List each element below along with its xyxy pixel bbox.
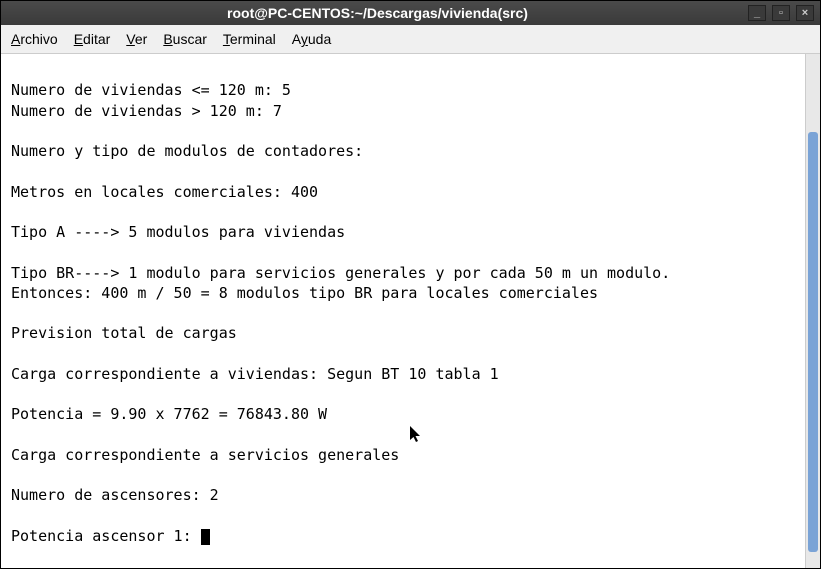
menu-ayuda[interactable]: Ayuda (286, 29, 337, 49)
menu-terminal[interactable]: Terminal (217, 29, 282, 49)
menubar: Archivo Editar Ver Buscar Terminal Ayuda (1, 25, 820, 54)
menu-ver-rest: er (135, 31, 147, 47)
menu-archivo-rest: rchivo (20, 31, 57, 47)
titlebar[interactable]: root@PC-CENTOS:~/Descargas/vivienda(src)… (1, 1, 820, 25)
terminal-output[interactable]: Numero de viviendas <= 120 m: 5 Numero d… (1, 54, 805, 568)
close-button[interactable]: × (796, 5, 814, 21)
menu-archivo[interactable]: Archivo (5, 29, 64, 49)
window-title: root@PC-CENTOS:~/Descargas/vivienda(src) (7, 5, 748, 21)
terminal-area: Numero de viviendas <= 120 m: 5 Numero d… (1, 54, 820, 568)
menu-ayuda-rest: uda (308, 31, 331, 47)
window-controls: _ ▫ × (748, 5, 814, 21)
scrollbar[interactable] (805, 54, 820, 568)
menu-buscar[interactable]: Buscar (157, 29, 213, 49)
scroll-thumb[interactable] (808, 132, 818, 552)
text-cursor (201, 529, 210, 545)
menu-ver[interactable]: Ver (120, 29, 153, 49)
menu-terminal-rest: erminal (230, 31, 276, 47)
maximize-button[interactable]: ▫ (772, 5, 790, 21)
menu-editar[interactable]: Editar (68, 29, 117, 49)
menu-buscar-rest: uscar (173, 31, 207, 47)
terminal-prompt: Potencia ascensor 1: (11, 527, 201, 545)
menu-editar-rest: ditar (83, 31, 110, 47)
minimize-button[interactable]: _ (748, 5, 766, 21)
terminal-window: root@PC-CENTOS:~/Descargas/vivienda(src)… (0, 0, 821, 569)
